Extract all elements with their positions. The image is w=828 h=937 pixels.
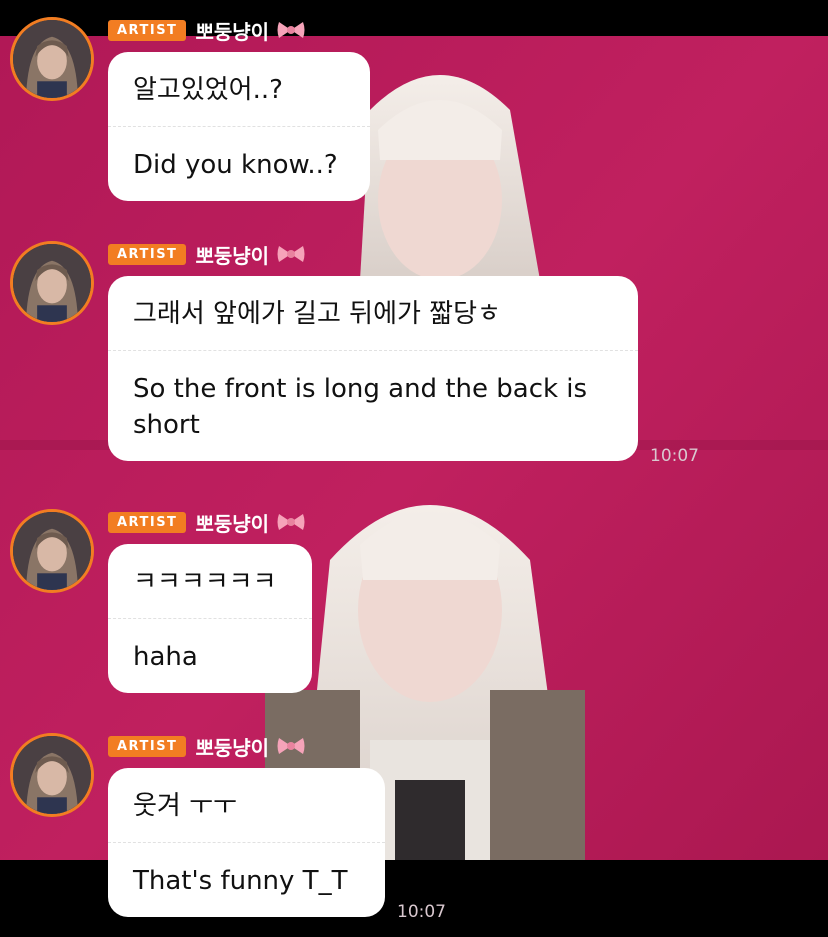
ribbon-bow-icon: [277, 246, 305, 262]
translation-text: haha: [133, 642, 198, 672]
message-bubble[interactable]: ㅋㅋㅋㅋㅋㅋ haha: [108, 544, 312, 693]
translation-text: So the front is long and the back is sho…: [133, 374, 588, 440]
artist-badge: ARTIST: [108, 19, 187, 41]
avatar[interactable]: [10, 733, 94, 817]
message-text: ㅋㅋㅋㅋㅋㅋ: [133, 567, 277, 597]
ribbon-bow-icon: [277, 514, 305, 530]
message-bubble[interactable]: 알고있었어..? Did you know..?: [108, 52, 370, 201]
timestamp: 10:07: [397, 902, 446, 922]
profile-photo-icon: [13, 20, 91, 98]
profile-photo-icon: [13, 512, 91, 590]
translation-text: That's funny T_T: [133, 866, 348, 896]
username[interactable]: 뽀둥냥이: [195, 16, 269, 45]
timestamp: 10:07: [650, 446, 699, 466]
avatar[interactable]: [10, 17, 94, 101]
message-text: 알고있었어..?: [133, 75, 283, 105]
username[interactable]: 뽀둥냥이: [195, 508, 269, 537]
message-text: 웃겨 ㅜㅜ: [133, 791, 237, 821]
message-meta: ARTIST 뽀둥냥이: [108, 16, 306, 44]
message-bubble[interactable]: 그래서 앞에가 길고 뒤에가 짧당ㅎ So the front is long …: [108, 276, 638, 461]
avatar[interactable]: [10, 241, 94, 325]
artist-badge: ARTIST: [108, 735, 187, 757]
profile-photo-icon: [13, 244, 91, 322]
avatar[interactable]: [10, 509, 94, 593]
artist-badge: ARTIST: [108, 243, 187, 265]
message-meta: ARTIST 뽀둥냥이: [108, 732, 306, 760]
message-text: 그래서 앞에가 길고 뒤에가 짧당ㅎ: [133, 299, 501, 329]
username[interactable]: 뽀둥냥이: [195, 732, 269, 761]
username[interactable]: 뽀둥냥이: [195, 240, 269, 269]
message-meta: ARTIST 뽀둥냥이: [108, 508, 306, 536]
ribbon-bow-icon: [277, 22, 305, 38]
ribbon-bow-icon: [277, 738, 305, 754]
message-meta: ARTIST 뽀둥냥이: [108, 240, 306, 268]
translation-text: Did you know..?: [133, 150, 338, 180]
artist-badge: ARTIST: [108, 511, 187, 533]
profile-photo-icon: [13, 736, 91, 814]
message-bubble[interactable]: 웃겨 ㅜㅜ That's funny T_T: [108, 768, 385, 917]
